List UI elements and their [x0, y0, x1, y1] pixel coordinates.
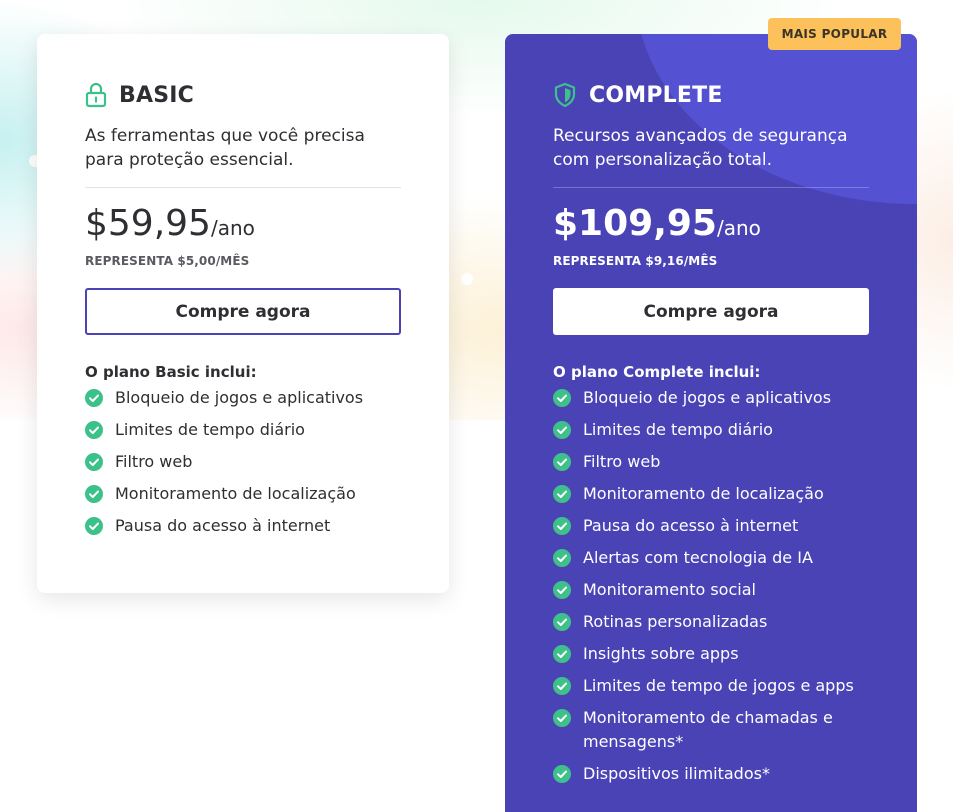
monthly-equivalent: REPRESENTA $5,00/MÊS	[85, 254, 250, 268]
divider	[553, 187, 869, 188]
list-item: Monitoramento de chamadas e mensagens*	[553, 706, 869, 754]
list-item: Monitoramento de localização	[85, 482, 401, 506]
feature-label: Alertas com tecnologia de IA	[583, 548, 813, 567]
list-item: Bloqueio de jogos e aplicativos	[553, 386, 869, 410]
check-circle-icon	[553, 677, 571, 695]
monthly-equivalent: REPRESENTA $9,16/MÊS	[553, 254, 718, 268]
list-item: Insights sobre apps	[553, 642, 869, 666]
list-item: Bloqueio de jogos e aplicativos	[85, 386, 401, 410]
plan-card-basic: BASIC As ferramentas que você precisa pa…	[37, 34, 449, 593]
list-item: Filtro web	[553, 450, 869, 474]
feature-label: Insights sobre apps	[583, 644, 739, 663]
feature-label: Filtro web	[115, 452, 193, 471]
price-row: $59,95 /ano	[85, 202, 401, 246]
most-popular-badge: MAIS POPULAR	[768, 18, 901, 50]
check-circle-icon	[553, 453, 571, 471]
list-item: Pausa do acesso à internet	[85, 514, 401, 538]
plan-description: Recursos avançados de segurança com pers…	[553, 126, 848, 170]
shield-icon	[553, 82, 577, 108]
buy-now-button-basic[interactable]: Compre agora	[85, 288, 401, 335]
check-circle-icon	[85, 517, 103, 535]
feature-label: Bloqueio de jogos e aplicativos	[115, 388, 364, 407]
check-circle-icon	[553, 709, 571, 727]
list-item: Limites de tempo diário	[553, 418, 869, 442]
list-item: Alertas com tecnologia de IA	[553, 546, 869, 570]
plan-title: BASIC	[119, 82, 194, 108]
feature-label: Limites de tempo de jogos e apps	[583, 676, 854, 695]
buy-now-button-complete[interactable]: Compre agora	[553, 288, 869, 335]
feature-label: Pausa do acesso à internet	[583, 516, 799, 535]
feature-label: Monitoramento social	[583, 580, 756, 599]
feature-list: Bloqueio de jogos e aplicativos Limites …	[85, 386, 401, 538]
check-circle-icon	[553, 765, 571, 783]
price-row: $109,95 /ano	[553, 202, 869, 246]
check-circle-icon	[85, 453, 103, 471]
feature-label: Monitoramento de localização	[583, 484, 824, 503]
price-period: /ano	[716, 216, 761, 240]
feature-label: Dispositivos ilimitados*	[583, 764, 770, 783]
check-circle-icon	[553, 485, 571, 503]
list-item: Pausa do acesso à internet	[553, 514, 869, 538]
list-item: Monitoramento de localização	[553, 482, 869, 506]
feature-label: Monitoramento de chamadas e mensagens*	[583, 708, 833, 751]
list-item: Dispositivos ilimitados*	[553, 762, 869, 786]
check-circle-icon	[553, 581, 571, 599]
plan-title: COMPLETE	[589, 82, 723, 108]
divider	[85, 187, 401, 188]
list-item: Rotinas personalizadas	[553, 610, 869, 634]
feature-label: Bloqueio de jogos e aplicativos	[583, 388, 832, 407]
feature-label: Pausa do acesso à internet	[115, 516, 331, 535]
check-circle-icon	[553, 645, 571, 663]
plan-price: $109,95	[553, 203, 717, 244]
check-circle-icon	[85, 485, 103, 503]
feature-label: Limites de tempo diário	[115, 420, 305, 439]
feature-list: Bloqueio de jogos e aplicativos Limites …	[553, 386, 869, 786]
check-circle-icon	[85, 389, 103, 407]
lock-icon	[85, 82, 107, 108]
includes-heading: O plano Complete inclui:	[553, 363, 761, 381]
includes-heading: O plano Basic inclui:	[85, 363, 257, 381]
plan-description: As ferramentas que você precisa para pro…	[85, 126, 365, 170]
list-item: Monitoramento social	[553, 578, 869, 602]
plan-price: $59,95	[85, 203, 211, 244]
feature-label: Rotinas personalizadas	[583, 612, 768, 631]
check-circle-icon	[553, 421, 571, 439]
price-period: /ano	[210, 216, 255, 240]
check-circle-icon	[553, 389, 571, 407]
check-circle-icon	[553, 613, 571, 631]
list-item: Limites de tempo diário	[85, 418, 401, 442]
check-circle-icon	[553, 549, 571, 567]
check-circle-icon	[553, 517, 571, 535]
decorative-dot	[461, 273, 473, 285]
feature-label: Limites de tempo diário	[583, 420, 773, 439]
feature-label: Filtro web	[583, 452, 661, 471]
check-circle-icon	[85, 421, 103, 439]
list-item: Filtro web	[85, 450, 401, 474]
plan-title-row: COMPLETE	[553, 80, 869, 110]
list-item: Limites de tempo de jogos e apps	[553, 674, 869, 698]
plan-title-row: BASIC	[85, 80, 401, 110]
plan-card-complete: COMPLETE Recursos avançados de segurança…	[505, 34, 917, 812]
feature-label: Monitoramento de localização	[115, 484, 356, 503]
